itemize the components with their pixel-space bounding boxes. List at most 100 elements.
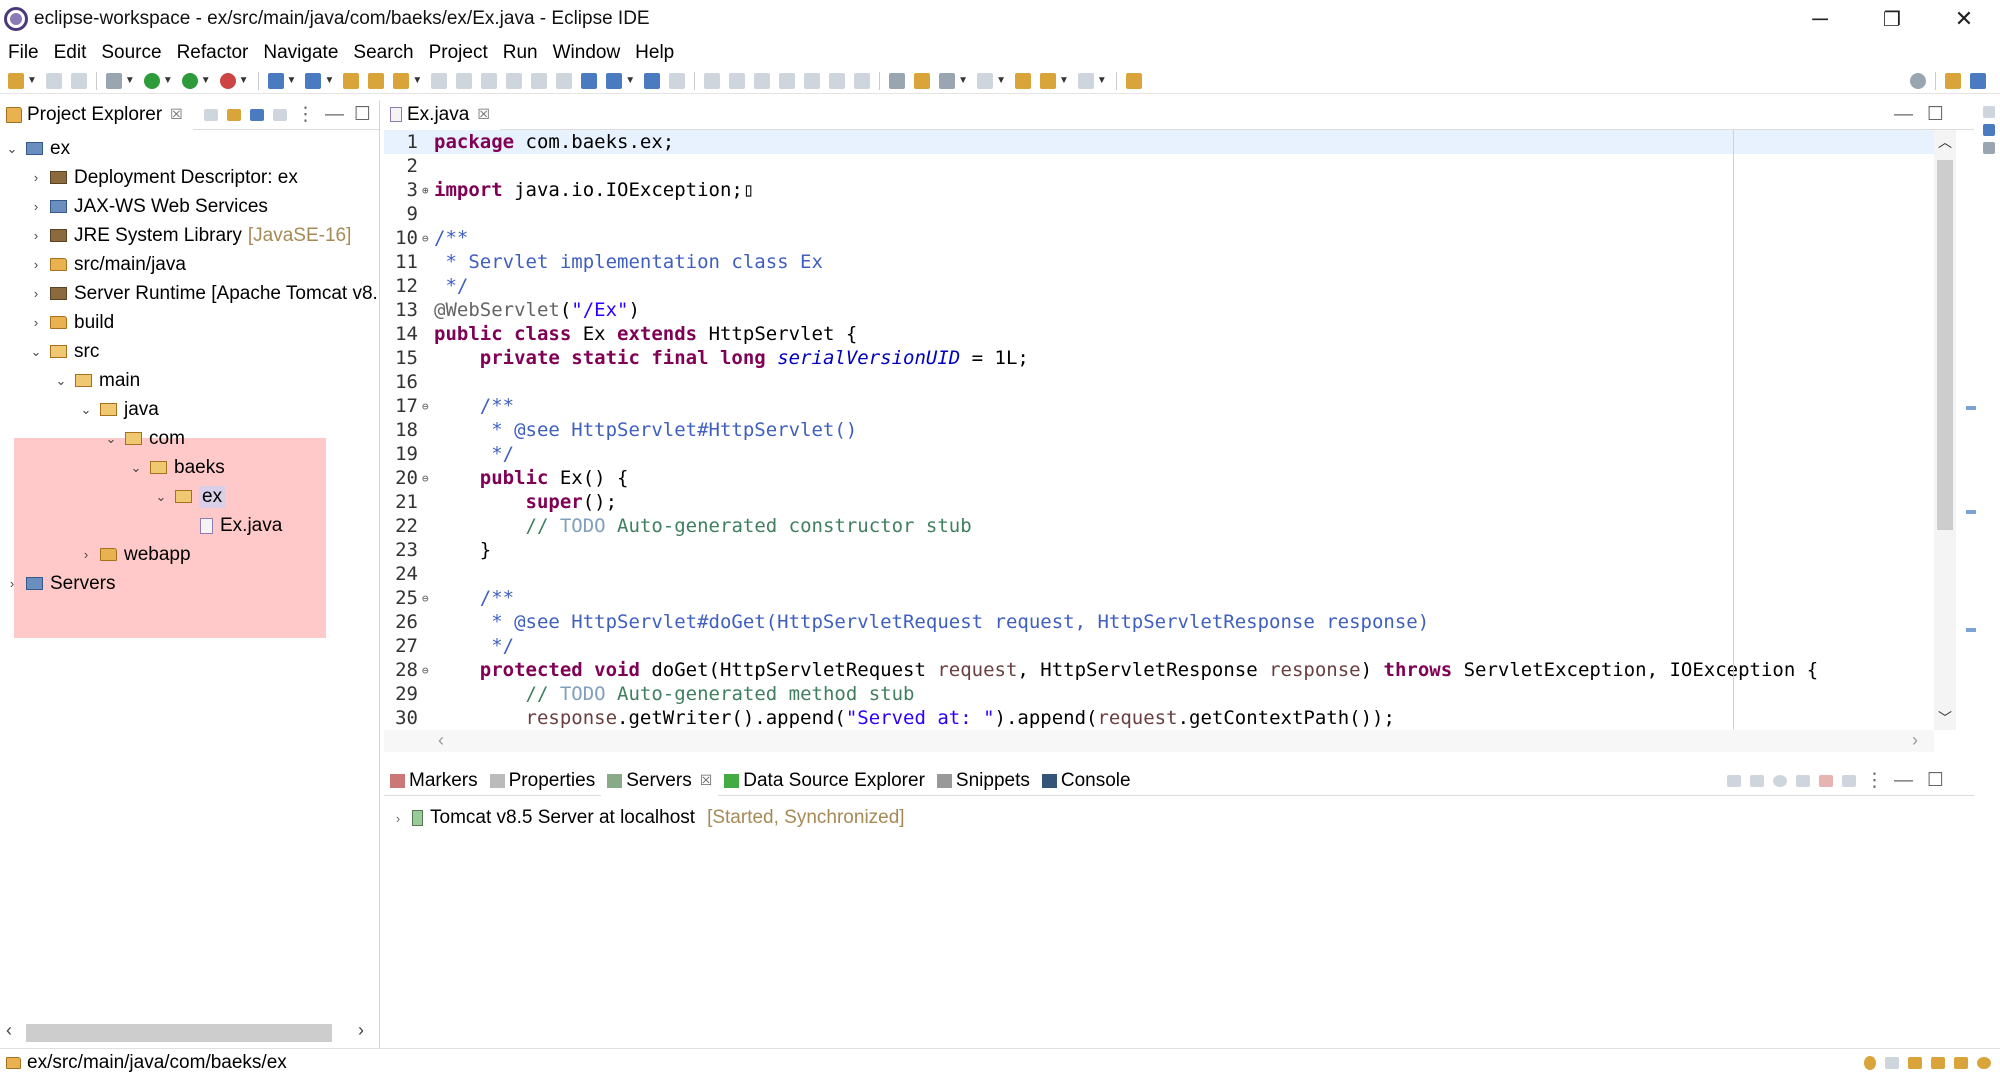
code-line[interactable]: 28 ⊖ protected void doGet(HttpServletRequ… xyxy=(384,658,1934,682)
close-icon[interactable]: ☒ xyxy=(170,106,183,123)
restore-icon[interactable] xyxy=(1983,106,1995,118)
outline-icon[interactable] xyxy=(1983,124,1995,136)
chevron-down-icon[interactable]: ⌄ xyxy=(53,373,69,389)
close-icon[interactable]: ☒ xyxy=(477,106,490,123)
overview-ruler-mark[interactable] xyxy=(1966,406,1976,410)
code-line[interactable]: 14 public class Ex extends HttpServlet { xyxy=(384,322,1934,346)
tab-console[interactable]: Console xyxy=(1036,766,1137,796)
restore-button[interactable]: ❐ xyxy=(1856,0,1928,38)
overview-ruler-mark[interactable] xyxy=(1966,628,1976,632)
block-selection-icon[interactable] xyxy=(506,72,523,89)
run-icon[interactable] xyxy=(143,72,160,89)
filter-icon[interactable] xyxy=(249,108,264,121)
code-line[interactable]: 22 // TODO Auto-generated constructor st… xyxy=(384,514,1934,538)
chevron-down-icon[interactable]: ▼ xyxy=(412,75,422,86)
chevron-down-icon[interactable]: ▼ xyxy=(1059,75,1069,86)
explorer-horizontal-scrollbar[interactable]: ‹ › xyxy=(0,1018,380,1048)
chevron-down-icon[interactable]: ⌄ xyxy=(153,489,169,505)
code-line[interactable]: 17 ⊖ /** xyxy=(384,394,1934,418)
tree-item-deployment-descriptor[interactable]: › Deployment Descriptor: ex xyxy=(0,163,380,192)
last-edit-location-icon[interactable] xyxy=(1014,72,1031,89)
new-java-class-icon[interactable] xyxy=(305,72,322,89)
debug-icon[interactable] xyxy=(105,72,122,89)
chevron-right-icon[interactable]: › xyxy=(28,170,44,185)
code-line[interactable]: 2 xyxy=(384,154,1934,178)
tab-ex-java[interactable]: Ex.java ☒ xyxy=(384,99,500,130)
collapse-all-icon[interactable] xyxy=(1726,774,1741,787)
show-whitespace-icon[interactable] xyxy=(531,72,548,89)
progress-icon[interactable] xyxy=(1885,1057,1899,1069)
tree-item-baeks[interactable]: ⌄ baeks xyxy=(0,453,380,482)
maximize-view-icon[interactable]: ☐ xyxy=(354,103,371,126)
tab-properties[interactable]: Properties xyxy=(484,766,602,796)
scroll-right-icon[interactable]: › xyxy=(1912,730,1918,751)
server-item-tomcat[interactable]: › Tomcat v8.5 Server at localhost [Start… xyxy=(390,804,905,832)
suspend-icon[interactable] xyxy=(729,72,746,89)
terminate-icon[interactable] xyxy=(754,72,771,89)
focus-icon[interactable] xyxy=(272,108,287,121)
maximize-view-icon[interactable]: ☐ xyxy=(1927,769,1944,792)
chevron-down-icon[interactable]: ▼ xyxy=(324,75,334,86)
chevron-down-icon[interactable]: ▼ xyxy=(287,75,297,86)
external-tools-icon[interactable] xyxy=(219,72,236,89)
resume-icon[interactable] xyxy=(704,72,721,89)
fold-marker-icon[interactable]: ⊕ xyxy=(422,184,434,197)
code-line[interactable]: 15 private static final long serialVersi… xyxy=(384,346,1934,370)
pencil-icon[interactable] xyxy=(1954,1057,1968,1069)
tree-item-build[interactable]: › build xyxy=(0,308,380,337)
chevron-right-icon[interactable]: › xyxy=(390,811,406,826)
menu-project[interactable]: Project xyxy=(429,42,488,64)
forward-icon[interactable] xyxy=(1077,72,1094,89)
chevron-down-icon[interactable]: ⌄ xyxy=(28,344,44,360)
code-line[interactable]: 24 xyxy=(384,562,1934,586)
tree-item-ex-project[interactable]: ⌄ ex xyxy=(0,134,380,163)
code-line[interactable]: 3 ⊕ import java.io.IOException;▯ xyxy=(384,178,1934,202)
code-line[interactable]: 19 */ xyxy=(384,442,1934,466)
chevron-right-icon[interactable]: › xyxy=(28,228,44,243)
new-icon[interactable] xyxy=(8,72,24,89)
next-annotation-icon[interactable] xyxy=(914,72,931,89)
save-icon[interactable] xyxy=(45,72,62,89)
tree-item-main[interactable]: ⌄ main xyxy=(0,366,380,395)
fold-marker-icon[interactable]: ⊖ xyxy=(422,232,434,245)
menu-window[interactable]: Window xyxy=(553,42,621,64)
debug-server-icon[interactable] xyxy=(1749,774,1764,787)
smiley-icon[interactable] xyxy=(1977,1057,1991,1069)
tree-item-jaxws[interactable]: › JAX-WS Web Services xyxy=(0,192,380,221)
code-line[interactable]: 10 ⊖/** xyxy=(384,226,1934,250)
fold-marker-icon[interactable]: ⊖ xyxy=(422,400,434,413)
java-ee-perspective-icon[interactable] xyxy=(1970,72,1986,89)
code-line[interactable]: 9 xyxy=(384,202,1934,226)
start-server-icon[interactable] xyxy=(1772,774,1787,787)
chevron-down-icon[interactable]: ⌄ xyxy=(103,431,119,447)
code-line[interactable]: 13 @WebServlet("/Ex") xyxy=(384,298,1934,322)
link-with-editor-icon[interactable] xyxy=(226,108,241,121)
chevron-right-icon[interactable]: › xyxy=(4,576,20,591)
view-menu-icon[interactable]: ⋮ xyxy=(1865,769,1884,792)
scroll-up-icon[interactable]: ︿ xyxy=(1938,132,1952,152)
highlight-icon[interactable] xyxy=(481,72,498,89)
scroll-left-icon[interactable]: ‹ xyxy=(438,730,444,751)
code-line[interactable]: 21 super(); xyxy=(384,490,1934,514)
fold-marker-icon[interactable]: ⊖ xyxy=(422,664,434,677)
scrollbar-thumb[interactable] xyxy=(26,1024,332,1042)
search-icon[interactable] xyxy=(1910,72,1926,89)
menu-edit[interactable]: Edit xyxy=(54,42,87,64)
search-tool-icon[interactable] xyxy=(393,72,410,89)
menu-source[interactable]: Source xyxy=(101,42,161,64)
tab-servers[interactable]: Servers ☒ xyxy=(601,765,719,796)
scrollbar-thumb[interactable] xyxy=(1937,160,1953,530)
step-into-icon[interactable] xyxy=(804,72,821,89)
monitor-icon[interactable] xyxy=(644,72,661,89)
scroll-left-icon[interactable]: ‹ xyxy=(6,1020,12,1041)
tab-markers[interactable]: Markers xyxy=(384,766,484,796)
chevron-down-icon[interactable]: ⌄ xyxy=(78,402,94,418)
step-over-icon[interactable] xyxy=(829,72,846,89)
code-line[interactable]: 23 } xyxy=(384,538,1934,562)
stop-server-icon[interactable] xyxy=(1818,774,1833,787)
tree-item-com[interactable]: ⌄ com xyxy=(0,424,380,453)
chevron-down-icon[interactable]: ▼ xyxy=(239,75,249,86)
view-menu-icon[interactable]: ⋮ xyxy=(296,103,315,126)
chevron-down-icon[interactable]: ▼ xyxy=(125,75,135,86)
open-perspective-icon[interactable] xyxy=(1945,72,1961,89)
